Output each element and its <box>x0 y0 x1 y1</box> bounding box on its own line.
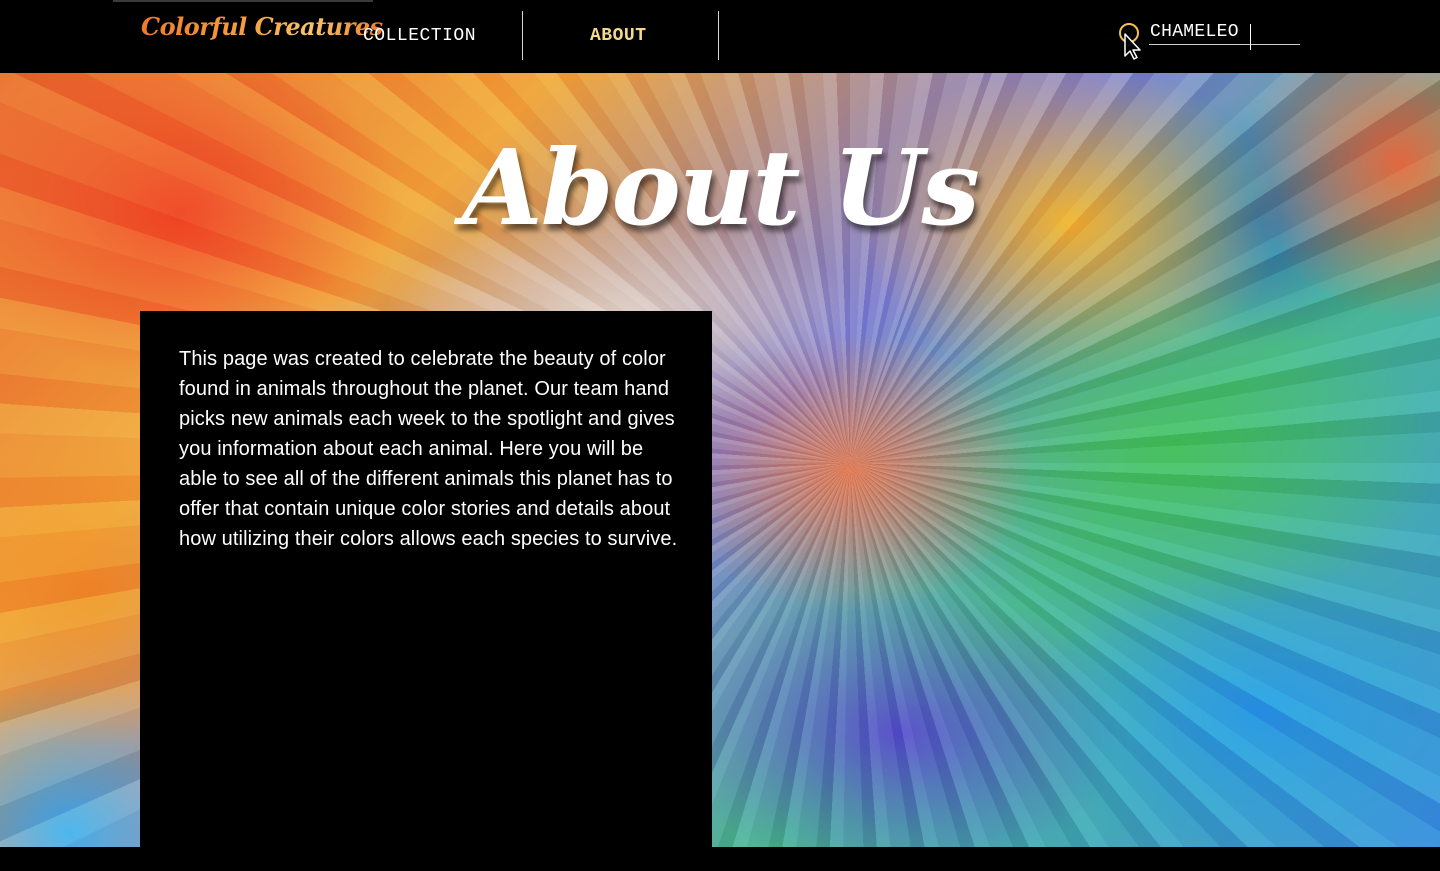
nav-divider <box>718 11 719 60</box>
nav-divider <box>522 11 523 60</box>
about-description: This page was created to celebrate the b… <box>179 348 678 550</box>
search-input[interactable] <box>1149 20 1300 45</box>
text-caret <box>1250 24 1251 50</box>
search-box[interactable] <box>1117 18 1301 60</box>
about-panel: This page was created to celebrate the b… <box>140 311 712 847</box>
nav-item-about[interactable]: ABOUT <box>590 26 647 46</box>
search-icon[interactable] <box>1117 20 1147 60</box>
footer-band <box>0 847 1440 871</box>
header-top-line <box>113 0 373 2</box>
nav-item-collection[interactable]: COLLECTION <box>363 26 476 46</box>
site-logo[interactable]: Colorful Creatures <box>141 12 383 41</box>
hero-banner: About Us This page was created to celebr… <box>0 73 1440 847</box>
site-header: Colorful Creatures COLLECTION ABOUT <box>0 0 1440 73</box>
page-title: About Us <box>462 126 980 249</box>
